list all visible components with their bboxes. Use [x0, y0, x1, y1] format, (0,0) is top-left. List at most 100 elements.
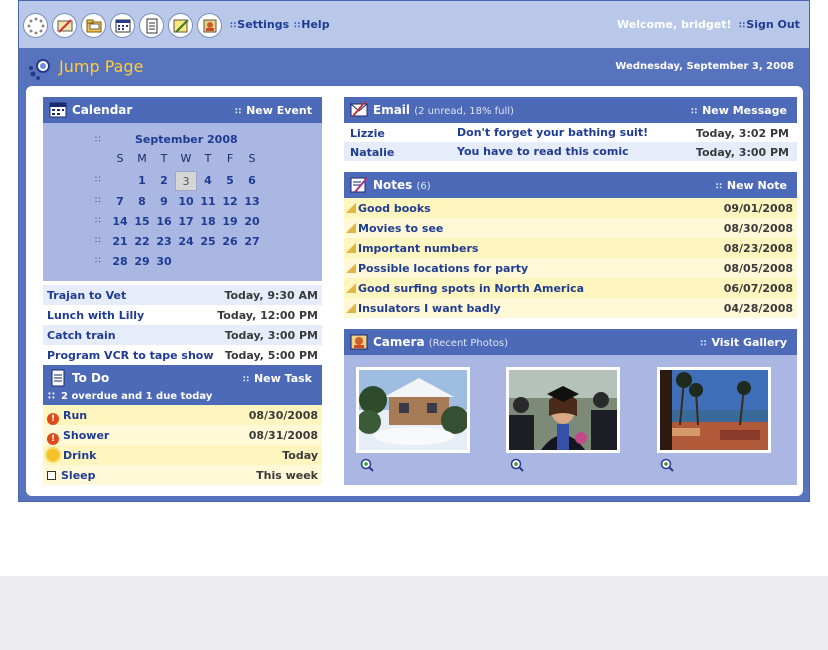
calendar-day[interactable]: 22	[131, 232, 153, 252]
calendar-day[interactable]: 9	[153, 192, 175, 212]
calendar-day[interactable]: 28	[109, 252, 131, 272]
calendar-day[interactable]: 24	[175, 232, 197, 252]
notes-header: Notes (6) ∷ New Note	[344, 172, 797, 198]
email-row[interactable]: Natalie You have to read this comic Today,…	[344, 142, 797, 161]
calendar-day[interactable]: 11	[197, 192, 219, 212]
overdue-icon: !	[47, 413, 59, 425]
camera-icon[interactable]	[197, 13, 222, 38]
todo-row[interactable]: ! Run 08/30/2008	[43, 405, 322, 425]
todo-row[interactable]: Sleep This week	[43, 465, 322, 485]
loading-icon[interactable]	[23, 13, 48, 38]
weekday-label: T	[204, 152, 212, 165]
checkbox-icon[interactable]	[47, 471, 56, 480]
sign-out-link[interactable]: ∷ Sign Out	[739, 18, 800, 31]
note-row[interactable]: Insulators I want badly 04/28/2008	[344, 298, 797, 318]
calendar-event-row[interactable]: Catch train Today, 3:00 PM	[43, 325, 322, 345]
zoom-icon[interactable]	[660, 458, 674, 472]
note-date: 08/30/2008	[723, 222, 793, 235]
help-link[interactable]: ∷ Help	[294, 18, 330, 31]
calendar-day[interactable]: 27	[241, 232, 263, 252]
zoom-icon[interactable]	[510, 458, 524, 472]
calendar-day[interactable]: 6	[241, 171, 263, 191]
note-title: Good surfing spots in North America	[346, 282, 584, 295]
calendar-event-row[interactable]: Lunch with Lilly Today, 12:00 PM	[43, 305, 322, 325]
snowy-house-photo[interactable]	[356, 367, 470, 453]
calendar-day[interactable]: 17	[175, 212, 197, 232]
folder-icon[interactable]	[81, 13, 106, 38]
calendar-day[interactable]: 2	[153, 171, 175, 191]
new-message-link[interactable]: ∷ New Message	[691, 104, 787, 117]
note-row[interactable]: Movies to see 08/30/2008	[344, 218, 797, 238]
calendar-day[interactable]: 7	[109, 192, 131, 212]
camera-title: Camera (Recent Photos)	[373, 335, 508, 349]
todo-header: To Do ∷ New Task	[43, 365, 322, 391]
palm-beach-photo[interactable]	[657, 367, 771, 453]
note-corner-icon	[346, 263, 356, 273]
calendar-day[interactable]: 29	[131, 252, 153, 272]
notes-icon[interactable]	[168, 13, 193, 38]
todo-due: This week	[256, 469, 318, 482]
calendar-day[interactable]: 30	[153, 252, 175, 272]
dots-icon: ∷	[95, 256, 101, 266]
dots-icon: ∷	[715, 182, 722, 192]
note-row[interactable]: Good books 09/01/2008	[344, 198, 797, 218]
calendar-day[interactable]: 4	[197, 171, 219, 191]
new-task-link[interactable]: ∷ New Task	[243, 372, 312, 385]
note-row[interactable]: Good surfing spots in North America 06/07…	[344, 278, 797, 298]
calendar-day[interactable]: 14	[109, 212, 131, 232]
new-note-link[interactable]: ∷ New Note	[716, 179, 787, 192]
calendar-event-row[interactable]: Trajan to Vet Today, 9:30 AM	[43, 285, 322, 305]
event-name: Catch train	[47, 329, 116, 342]
email-subtitle: (2 unread, 18% full)	[414, 106, 514, 117]
note-title: Movies to see	[346, 222, 443, 235]
page-title: Jump Page	[59, 57, 144, 76]
todo-name: Drink	[63, 449, 97, 462]
weekday-label: M	[137, 152, 147, 165]
notepad-icon[interactable]	[139, 13, 164, 38]
todo-row[interactable]: ! Shower 08/31/2008	[43, 425, 322, 445]
dots-icon: ∷	[242, 375, 249, 385]
todo-item: ! Shower	[47, 429, 109, 445]
note-title-text: Good surfing spots in North America	[358, 282, 585, 295]
email-time: Today, 3:02 PM	[695, 127, 789, 140]
orb-logo-icon	[29, 59, 50, 80]
note-row[interactable]: Important numbers 08/23/2008	[344, 238, 797, 258]
calendar-day[interactable]: 21	[109, 232, 131, 252]
graduation-photo[interactable]	[506, 367, 620, 453]
new-event-link[interactable]: ∷ New Event	[235, 104, 312, 117]
note-row[interactable]: Possible locations for party 08/05/2008	[344, 258, 797, 278]
calendar-day[interactable]: 8	[131, 192, 153, 212]
note-title: Important numbers	[346, 242, 478, 255]
calendar-day[interactable]: 12	[219, 192, 241, 212]
calendar-day[interactable]: 1	[131, 171, 153, 191]
dots-icon: ∷	[95, 135, 101, 145]
email-header: Email (2 unread, 18% full) ∷ New Message	[344, 97, 797, 123]
calendar-day[interactable]: 16	[153, 212, 175, 232]
calendar-day[interactable]: 5	[219, 171, 241, 191]
email-title-text: Email	[373, 103, 411, 117]
calendar-day[interactable]: 10	[175, 192, 197, 212]
dots-icon: ∷	[700, 339, 706, 349]
calendar-day[interactable]: 13	[241, 192, 263, 212]
zoom-icon[interactable]	[360, 458, 374, 472]
calendar-event-row[interactable]: Program VCR to tape show Today, 5:00 PM	[43, 345, 322, 365]
weekday-label: S	[248, 152, 256, 165]
calendar-day[interactable]: 25	[197, 232, 219, 252]
note-title-text: Good books	[358, 202, 431, 215]
todo-row[interactable]: Drink Today	[43, 445, 322, 465]
calendar-day[interactable]: 18	[197, 212, 219, 232]
calendar-day-today[interactable]: 3	[175, 171, 197, 191]
calendar-day[interactable]: 20	[241, 212, 263, 232]
email-from: Lizzie	[350, 127, 385, 140]
calendar-day[interactable]: 26	[219, 232, 241, 252]
settings-link[interactable]: ∷ Settings	[230, 18, 289, 31]
event-time: Today, 9:30 AM	[224, 289, 318, 302]
email-row[interactable]: Lizzie Don't forget your bathing suit! Tod…	[344, 123, 797, 142]
calendar-day[interactable]: 15	[131, 212, 153, 232]
calendar-day[interactable]: 19	[219, 212, 241, 232]
visit-gallery-link[interactable]: ∷ Visit Gallery	[700, 336, 787, 349]
todo-name: Run	[63, 409, 88, 422]
calendar-day[interactable]: 23	[153, 232, 175, 252]
calendar-icon[interactable]	[110, 13, 135, 38]
pencil-icon[interactable]	[52, 13, 77, 38]
